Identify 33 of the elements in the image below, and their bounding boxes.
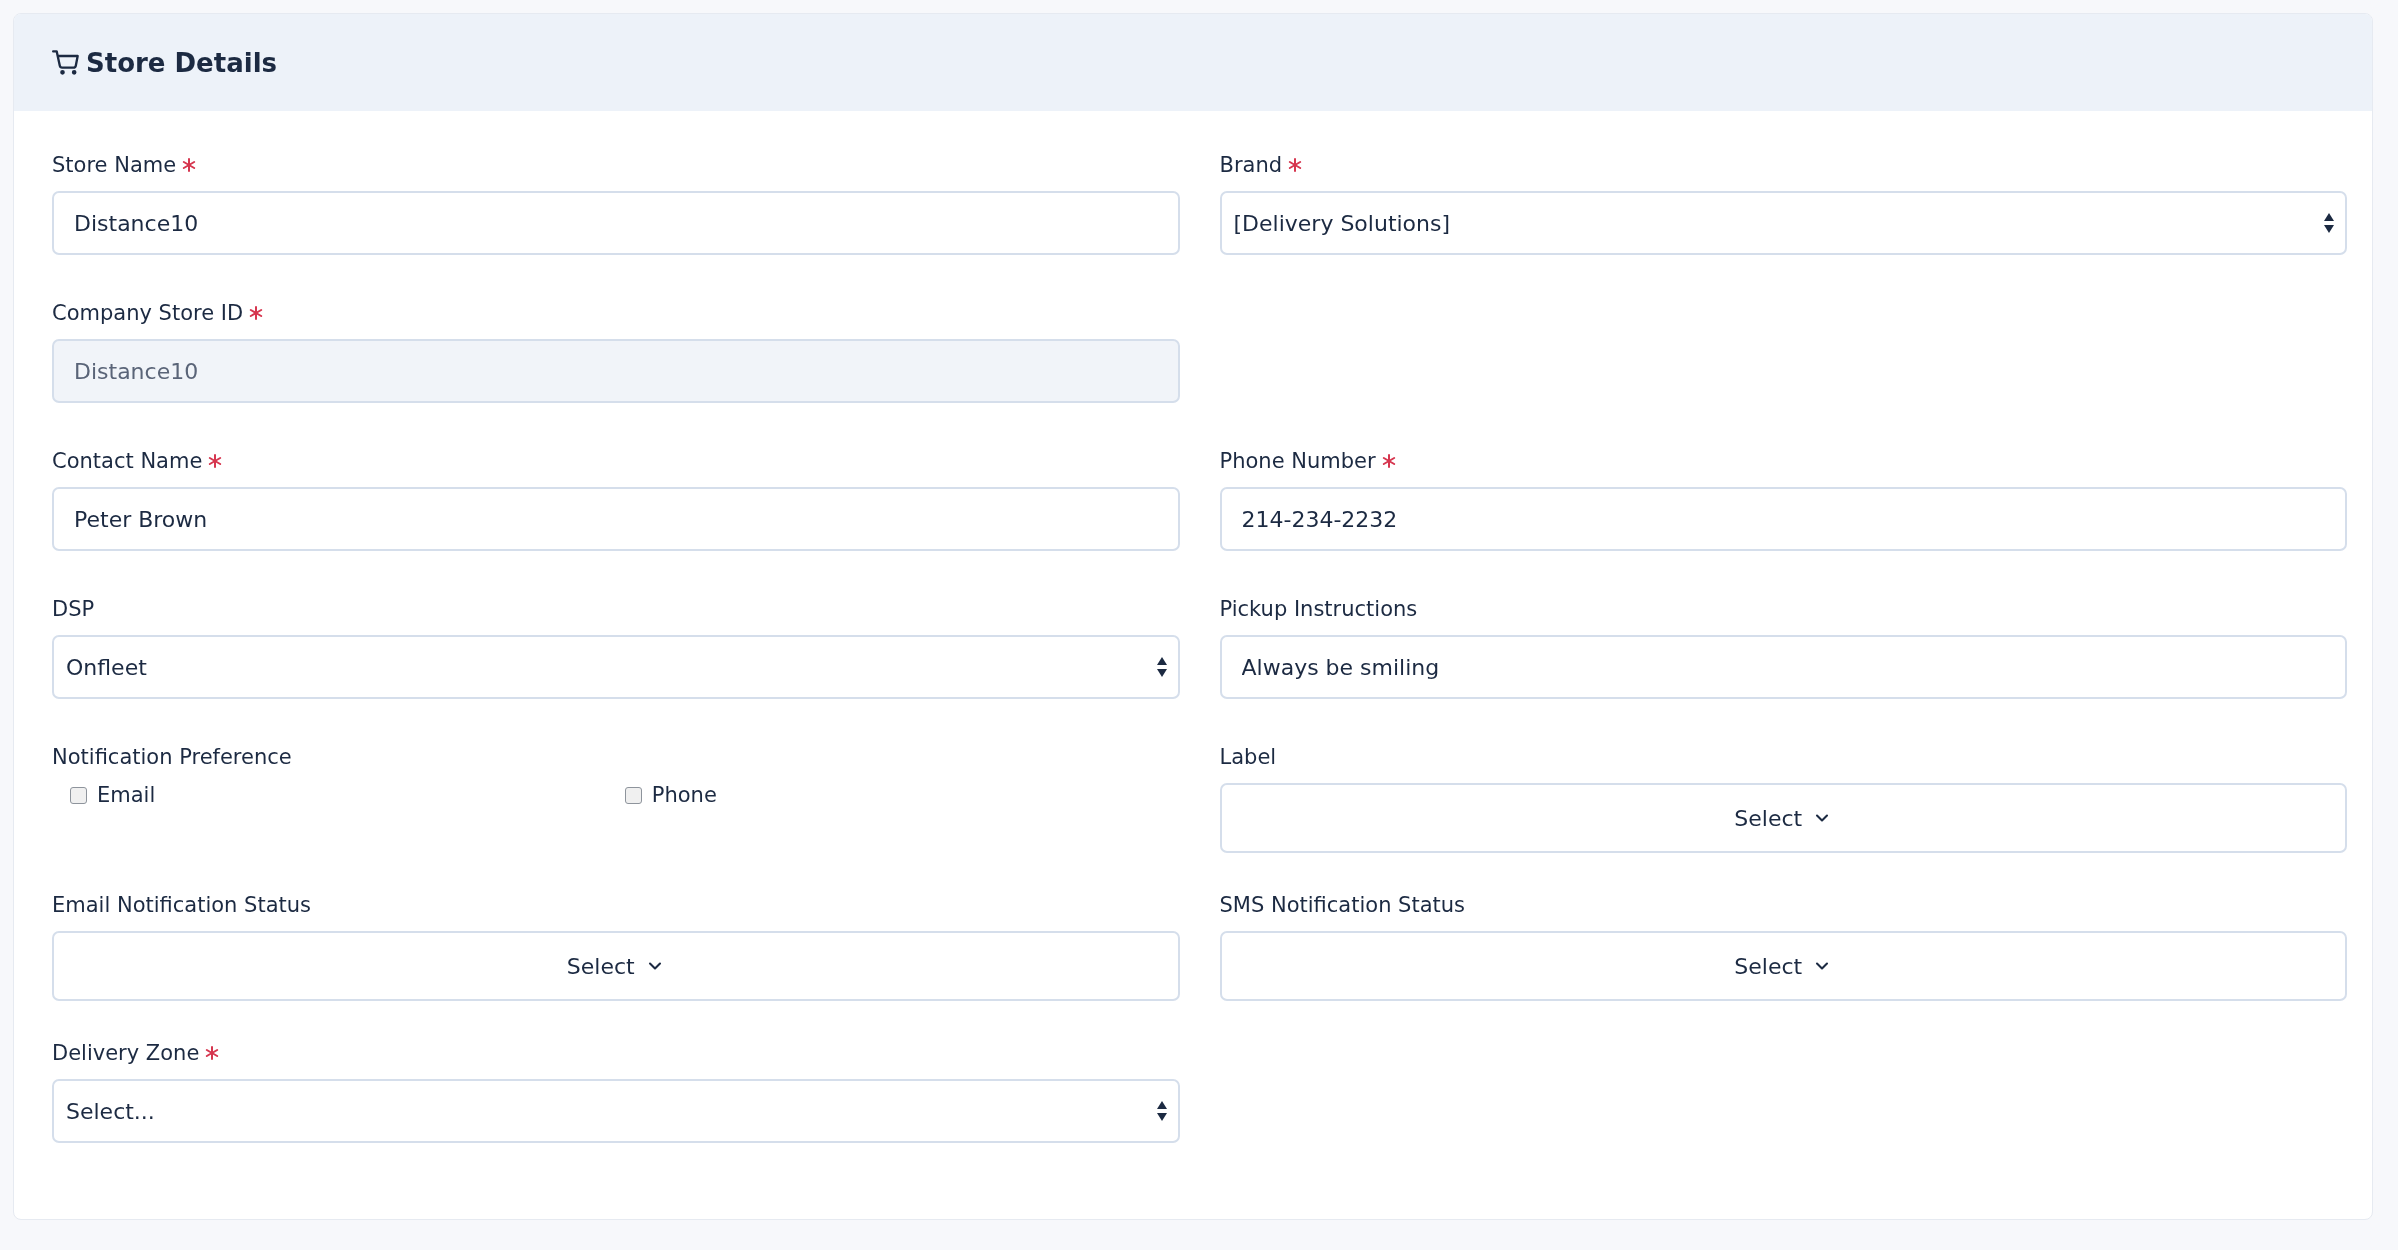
text-field[interactable]: 214-234-2232	[1219, 487, 2347, 551]
cart-icon	[52, 48, 80, 77]
field-label: Notification Preference	[52, 745, 292, 769]
field-label: Brand	[1219, 153, 1283, 177]
checkbox-label: Email	[97, 783, 156, 807]
select-field[interactable]: Onfleet	[52, 635, 1180, 699]
field-label: Pickup Instructions	[1219, 597, 1418, 621]
checkbox[interactable]	[70, 786, 87, 804]
field-label: DSP	[52, 597, 95, 621]
select-dropdown-button[interactable]: Select	[1219, 931, 2347, 1001]
up-down-arrows-icon	[1155, 1100, 1168, 1122]
text-field[interactable]: Peter Brown	[52, 487, 1180, 551]
select-field[interactable]: Select...	[52, 1079, 1180, 1143]
select-field[interactable]: [Delivery Solutions]	[1219, 191, 2347, 255]
text-field[interactable]: Distance10	[52, 191, 1180, 255]
up-down-arrows-icon	[1155, 656, 1168, 678]
checkbox-label: Phone	[651, 783, 717, 807]
text-field[interactable]: Always be smiling	[1219, 635, 2347, 699]
field-label: Company Store ID	[52, 301, 244, 325]
field-label: Delivery Zone	[52, 1041, 200, 1065]
checkbox-option[interactable]: Phone	[624, 783, 1180, 807]
field-label: Contact Name	[52, 449, 203, 473]
field-label: SMS Notification Status	[1219, 893, 1466, 917]
card-title: Store Details	[86, 47, 277, 78]
field-label: Label	[1219, 745, 1277, 769]
field-label: Email Notification Status	[52, 893, 312, 917]
field-label: Store Name	[52, 153, 177, 177]
checkbox[interactable]	[624, 786, 642, 804]
up-down-arrows-icon	[2323, 212, 2335, 234]
checkbox-option[interactable]: Email	[70, 783, 625, 807]
select-dropdown-button[interactable]: Select	[1219, 783, 2347, 853]
select-dropdown-button[interactable]: Select	[52, 931, 1180, 1001]
field-label: Phone Number	[1219, 449, 1376, 473]
